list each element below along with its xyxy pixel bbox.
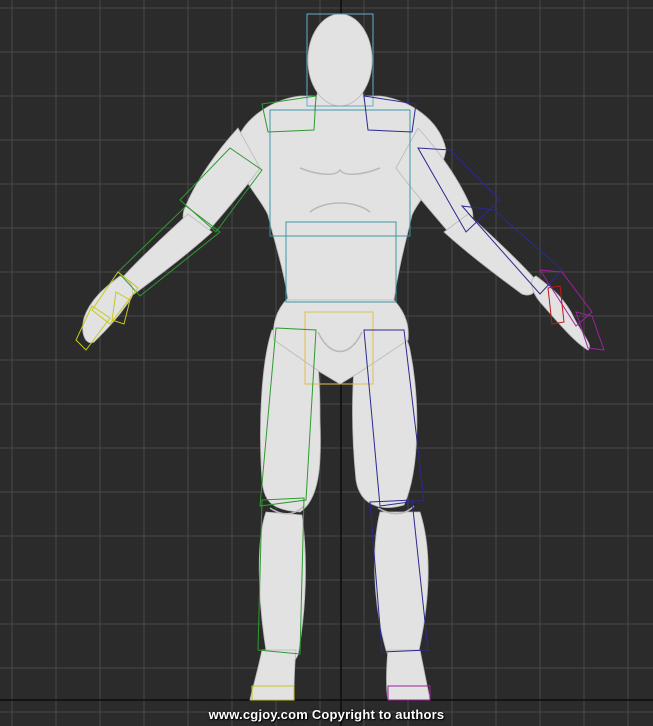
viewport-canvas[interactable] — [0, 0, 653, 726]
left-forearm[interactable] — [119, 213, 213, 296]
left-foot[interactable] — [249, 649, 297, 701]
right-foot[interactable] — [386, 649, 431, 701]
torso-mesh[interactable] — [233, 95, 447, 301]
left-shin[interactable] — [258, 511, 306, 667]
head-mesh[interactable] — [307, 13, 373, 107]
character-mesh[interactable] — [82, 13, 590, 701]
right-shin[interactable] — [374, 511, 429, 667]
3d-viewport[interactable]: www.cgjoy.com Copyright to authors — [0, 0, 653, 726]
right-forearm[interactable] — [443, 213, 537, 296]
watermark-text: www.cgjoy.com Copyright to authors — [208, 707, 445, 722]
